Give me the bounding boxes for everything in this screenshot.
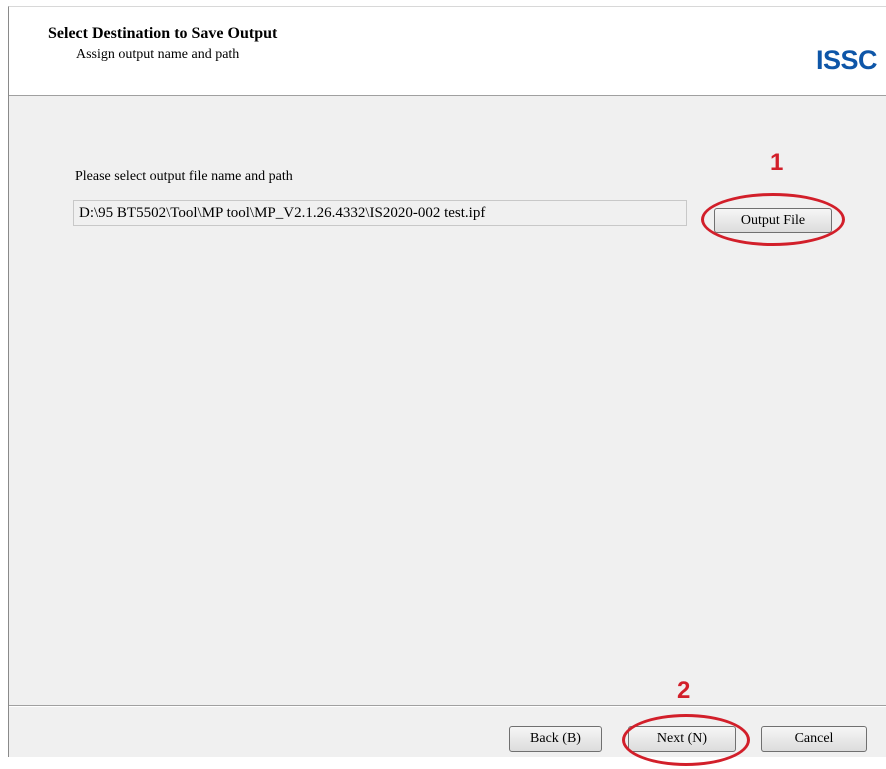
highlight-ring-next	[622, 714, 750, 766]
highlight-ring-output-file	[701, 193, 845, 246]
wizard-header: Select Destination to Save Output Assign…	[9, 7, 886, 96]
save-output-dialog: Select Destination to Save Output Assign…	[8, 6, 886, 766]
step-number-2: 2	[677, 677, 691, 704]
back-button[interactable]: Back (B)	[509, 726, 602, 752]
step-number-1: 1	[770, 149, 784, 176]
output-path-label: Please select output file name and path	[75, 169, 293, 184]
page-subtitle: Assign output name and path	[76, 47, 240, 62]
issc-logo: ISSC	[816, 45, 878, 75]
footer-divider	[9, 705, 886, 707]
page-title: Select Destination to Save Output	[48, 25, 278, 42]
cancel-button[interactable]: Cancel	[761, 726, 867, 752]
output-path-field[interactable]	[73, 200, 687, 226]
